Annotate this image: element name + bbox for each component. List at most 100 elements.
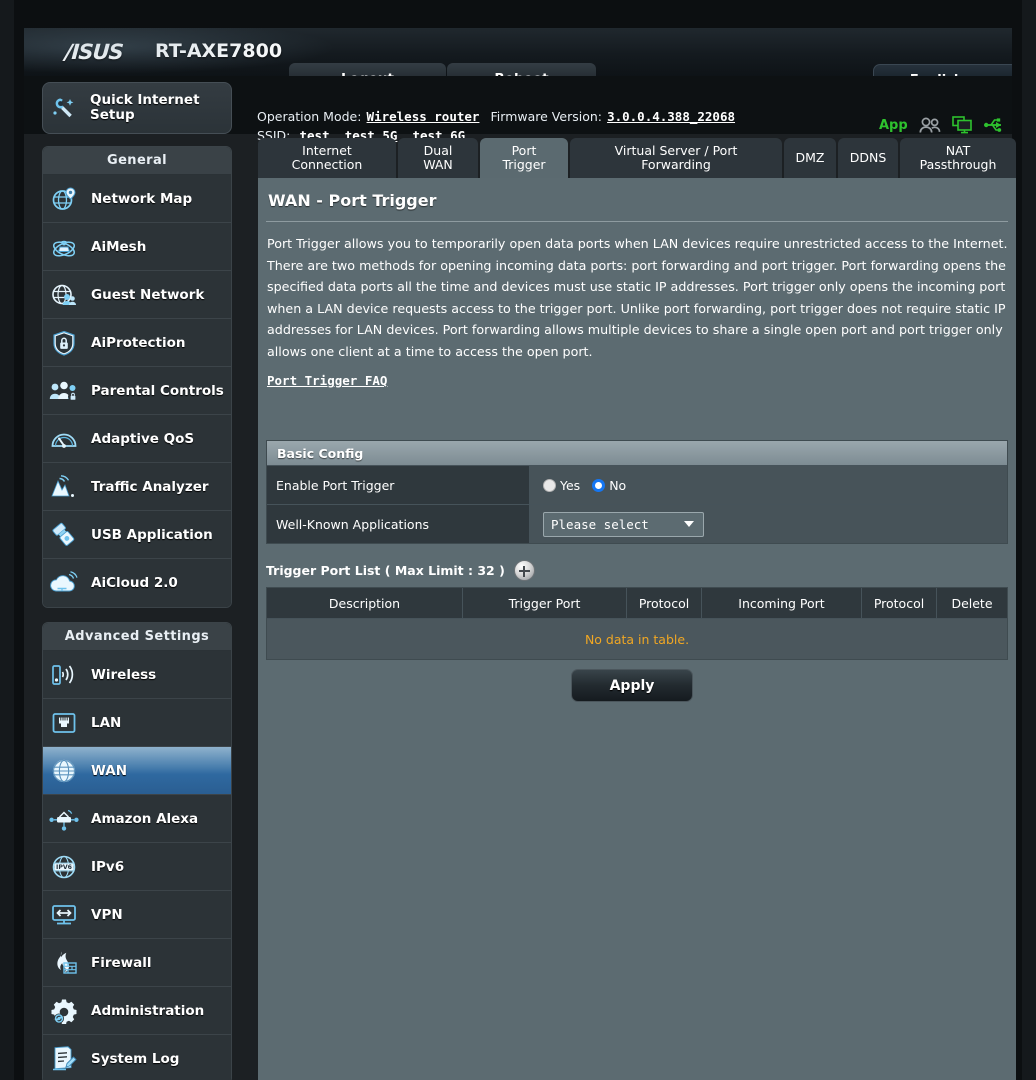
radio-enable-no[interactable]: No [592, 478, 626, 493]
tab-line1: Virtual Server / Port [615, 144, 738, 158]
language-selector[interactable]: English [873, 64, 1012, 76]
tab-internet-connection[interactable]: Internet Connection [258, 138, 396, 178]
traffic-analyzer-icon [43, 475, 85, 499]
sidebar-item-aimesh[interactable]: AiMesh [43, 223, 231, 271]
radio-yes-label: Yes [560, 478, 580, 493]
firmware-value[interactable]: 3.0.0.4.388_22068 [607, 109, 735, 124]
well-known-applications-label: Well-Known Applications [267, 505, 530, 543]
sidebar-item-label: LAN [91, 715, 121, 731]
sidebar-item-wan[interactable]: WAN [43, 747, 231, 795]
quick-internet-setup-label: Quick InternetSetup [90, 93, 200, 123]
quick-setup-icon [43, 96, 85, 120]
table-empty-message: No data in table. [267, 618, 1007, 659]
sidebar-group-advanced-title: Advanced Settings [43, 623, 231, 651]
app-label[interactable]: App [879, 118, 908, 133]
radio-no-indicator [592, 479, 605, 492]
add-rule-plus-icon[interactable] [514, 560, 535, 581]
apply-button[interactable]: Apply [571, 669, 693, 702]
router-admin-page: /ISUS RT-AXE7800 Logout Reboot English O… [14, 0, 1022, 1080]
tab-line2: Forwarding [615, 158, 738, 172]
trigger-port-table: Description Trigger Port Protocol Incomi… [266, 587, 1008, 660]
sidebar-item-label: Guest Network [91, 287, 204, 303]
tab-line2: Trigger [502, 158, 545, 172]
sidebar-item-label: Firewall [91, 955, 152, 971]
basic-config-section: Basic Config Enable Port Trigger Yes No [266, 440, 1008, 544]
enable-port-trigger-label: Enable Port Trigger [267, 466, 530, 504]
tab-port-trigger[interactable]: Port Trigger [480, 138, 568, 178]
sidebar-item-label: WAN [91, 763, 127, 779]
sidebar-item-aiprotection[interactable]: AiProtection [43, 319, 231, 367]
sidebar-item-wireless[interactable]: Wireless [43, 651, 231, 699]
well-known-applications-row: Well-Known Applications Please select [267, 504, 1007, 543]
sidebar-item-adaptive-qos[interactable]: Adaptive QoS [43, 415, 231, 463]
gauge-icon [43, 427, 85, 451]
main-content: Internet Connection Dual WAN Port Trigge… [258, 138, 1016, 1080]
vpn-icon [43, 903, 85, 927]
sidebar-item-amazon-alexa[interactable]: Amazon Alexa [43, 795, 231, 843]
sidebar-item-vpn[interactable]: VPN [43, 891, 231, 939]
sidebar-item-network-map[interactable]: Network Map [43, 175, 231, 223]
sidebar-item-usb-application[interactable]: USB Application [43, 511, 231, 559]
top-banner: /ISUS RT-AXE7800 Logout Reboot English [24, 28, 1012, 76]
monitor-icon[interactable] [952, 116, 973, 134]
network-map-icon [43, 186, 85, 212]
basic-config-header: Basic Config [267, 441, 1007, 465]
svg-text:IPV6: IPV6 [56, 863, 72, 870]
page-title: WAN - Port Trigger [268, 191, 437, 210]
trigger-port-list-header: Trigger Port List ( Max Limit : 32 ) [266, 560, 535, 581]
sidebar-item-label: USB Application [91, 527, 213, 543]
sidebar-item-label: Traffic Analyzer [91, 479, 209, 495]
reboot-button[interactable]: Reboot [447, 63, 596, 76]
logout-button[interactable]: Logout [289, 63, 446, 76]
sidebar-item-guest-network[interactable]: Guest Network [43, 271, 231, 319]
usb-icon[interactable] [984, 117, 1006, 133]
sidebar-item-traffic-analyzer[interactable]: Traffic Analyzer [43, 463, 231, 511]
sidebar-item-label: Adaptive QoS [91, 431, 194, 447]
sidebar-item-label: System Log [91, 1051, 179, 1067]
sidebar-item-label: IPv6 [91, 859, 124, 875]
radio-enable-yes[interactable]: Yes [543, 478, 580, 493]
guest-network-icon [43, 282, 85, 308]
basic-config-title: Basic Config [277, 446, 363, 461]
sidebar-item-administration[interactable]: Administration [43, 987, 231, 1035]
ipv6-icon: IPV6 [43, 854, 85, 880]
users-icon[interactable] [919, 117, 941, 134]
sidebar-item-parental-controls[interactable]: Parental Controls [43, 367, 231, 415]
tab-dual-wan[interactable]: Dual WAN [398, 138, 478, 178]
sidebar-item-lan[interactable]: LAN [43, 699, 231, 747]
firmware-label: Firmware Version: [491, 109, 602, 124]
operation-mode-value[interactable]: Wireless router [367, 109, 480, 124]
alexa-icon [43, 807, 85, 831]
sidebar-item-system-log[interactable]: System Log [43, 1035, 231, 1080]
usb-application-icon [43, 522, 85, 548]
tab-line2: WAN [423, 158, 453, 172]
quick-internet-setup-button[interactable]: Quick InternetSetup [42, 82, 232, 134]
tab-dmz[interactable]: DMZ [784, 138, 836, 178]
system-log-icon [43, 1046, 85, 1072]
sidebar-group-general-title: General [43, 147, 231, 175]
sidebar-item-ipv6[interactable]: IPV6 IPv6 [43, 843, 231, 891]
sidebar: Quick InternetSetup General Network Map [42, 82, 232, 1080]
tab-bar: Internet Connection Dual WAN Port Trigge… [258, 138, 1018, 178]
well-known-applications-select[interactable]: Please select [543, 512, 704, 537]
sidebar-item-label: AiProtection [91, 335, 185, 351]
table-header-row: Description Trigger Port Protocol Incomi… [267, 588, 1007, 618]
sidebar-item-label: Parental Controls [91, 383, 224, 399]
tab-line1: Internet [292, 144, 363, 158]
column-header-trigger-port: Trigger Port [463, 588, 627, 618]
title-divider [266, 221, 1008, 222]
sidebar-item-firewall[interactable]: Firewall [43, 939, 231, 987]
sidebar-group-general: General Network Map [42, 146, 232, 608]
aimesh-icon [43, 234, 85, 260]
tab-ddns[interactable]: DDNS [838, 138, 898, 178]
parental-controls-icon [43, 379, 85, 403]
port-trigger-faq-link[interactable]: Port Trigger FAQ [267, 373, 387, 388]
sidebar-item-aicloud[interactable]: AiCloud 2.0 [43, 559, 231, 607]
enable-port-trigger-value: Yes No [530, 466, 1007, 504]
tab-virtual-server-port-forwarding[interactable]: Virtual Server / Port Forwarding [570, 138, 782, 178]
trigger-port-list-title: Trigger Port List ( Max Limit : 32 ) [266, 563, 505, 578]
status-icon-group: App [879, 116, 1006, 134]
tab-nat-passthrough[interactable]: NAT Passthrough [900, 138, 1016, 178]
well-known-applications-value: Please select [530, 505, 1007, 543]
column-header-protocol-incoming: Protocol [862, 588, 937, 618]
